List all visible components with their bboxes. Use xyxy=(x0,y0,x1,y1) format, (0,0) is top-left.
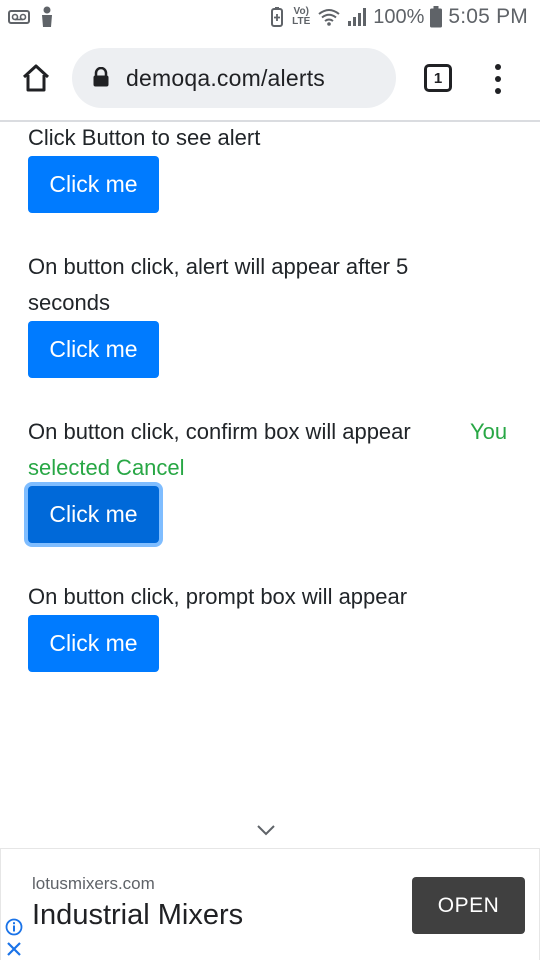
more-menu-icon[interactable] xyxy=(486,64,510,94)
battery-icon xyxy=(430,6,443,28)
confirm-result-you: You xyxy=(470,419,508,444)
status-bar-left xyxy=(8,6,54,28)
menu-dot xyxy=(495,76,501,82)
ad-open-button[interactable]: OPEN xyxy=(412,877,525,934)
person-icon xyxy=(42,6,52,27)
alert-description: Click Button to see alert xyxy=(28,125,261,150)
confirm-result-line1: You xyxy=(470,414,507,450)
voicemail-icon xyxy=(8,10,30,24)
lock-icon xyxy=(93,67,109,87)
browser-toolbar: demoqa.com/alerts 1 xyxy=(0,36,540,122)
home-icon xyxy=(22,64,50,92)
confirm-description: On button click, confirm box will appear xyxy=(28,419,411,444)
status-bar: Vo) LTE 100% 5:05 PM xyxy=(0,0,540,36)
menu-dot xyxy=(495,64,501,70)
volte-icon: Vo) LTE xyxy=(292,6,311,27)
clock-time: 5:05 PM xyxy=(448,5,528,28)
timer-alert-description-line2: seconds xyxy=(28,290,110,315)
ad-title[interactable]: Industrial Mixers xyxy=(32,899,243,932)
page-content: Click Button to see alert Click me On bu… xyxy=(0,122,540,848)
confirm-result-line2: selected Cancel xyxy=(28,450,185,486)
confirm-result-text: selected Cancel xyxy=(28,455,185,480)
ad-domain: lotusmixers.com xyxy=(32,874,155,893)
url-text[interactable]: demoqa.com/alerts xyxy=(126,65,325,92)
prompt-description: On button click, prompt box will appear xyxy=(28,584,408,609)
confirm-button[interactable]: Click me xyxy=(28,486,159,543)
timer-alert-button[interactable]: Click me xyxy=(28,321,159,378)
chevron-down-icon[interactable] xyxy=(256,824,276,836)
battery-saver-icon xyxy=(271,7,284,27)
signal-icon xyxy=(348,8,367,26)
wifi-icon xyxy=(318,9,340,26)
close-icon[interactable] xyxy=(5,940,23,958)
info-icon[interactable] xyxy=(5,918,23,936)
alert-button[interactable]: Click me xyxy=(28,156,159,213)
timer-alert-description-line1: On button click, alert will appear after… xyxy=(28,254,409,279)
menu-dot xyxy=(495,88,501,94)
battery-percent: 100% xyxy=(373,5,425,28)
home-button[interactable] xyxy=(18,60,54,96)
prompt-button[interactable]: Click me xyxy=(28,615,159,672)
status-bar-right: Vo) LTE 100% 5:05 PM xyxy=(269,5,528,29)
address-bar[interactable]: demoqa.com/alerts xyxy=(72,48,396,108)
ad-banner[interactable]: lotusmixers.com Industrial Mixers OPEN xyxy=(0,848,540,960)
tab-switcher-icon[interactable]: 1 xyxy=(424,64,452,92)
